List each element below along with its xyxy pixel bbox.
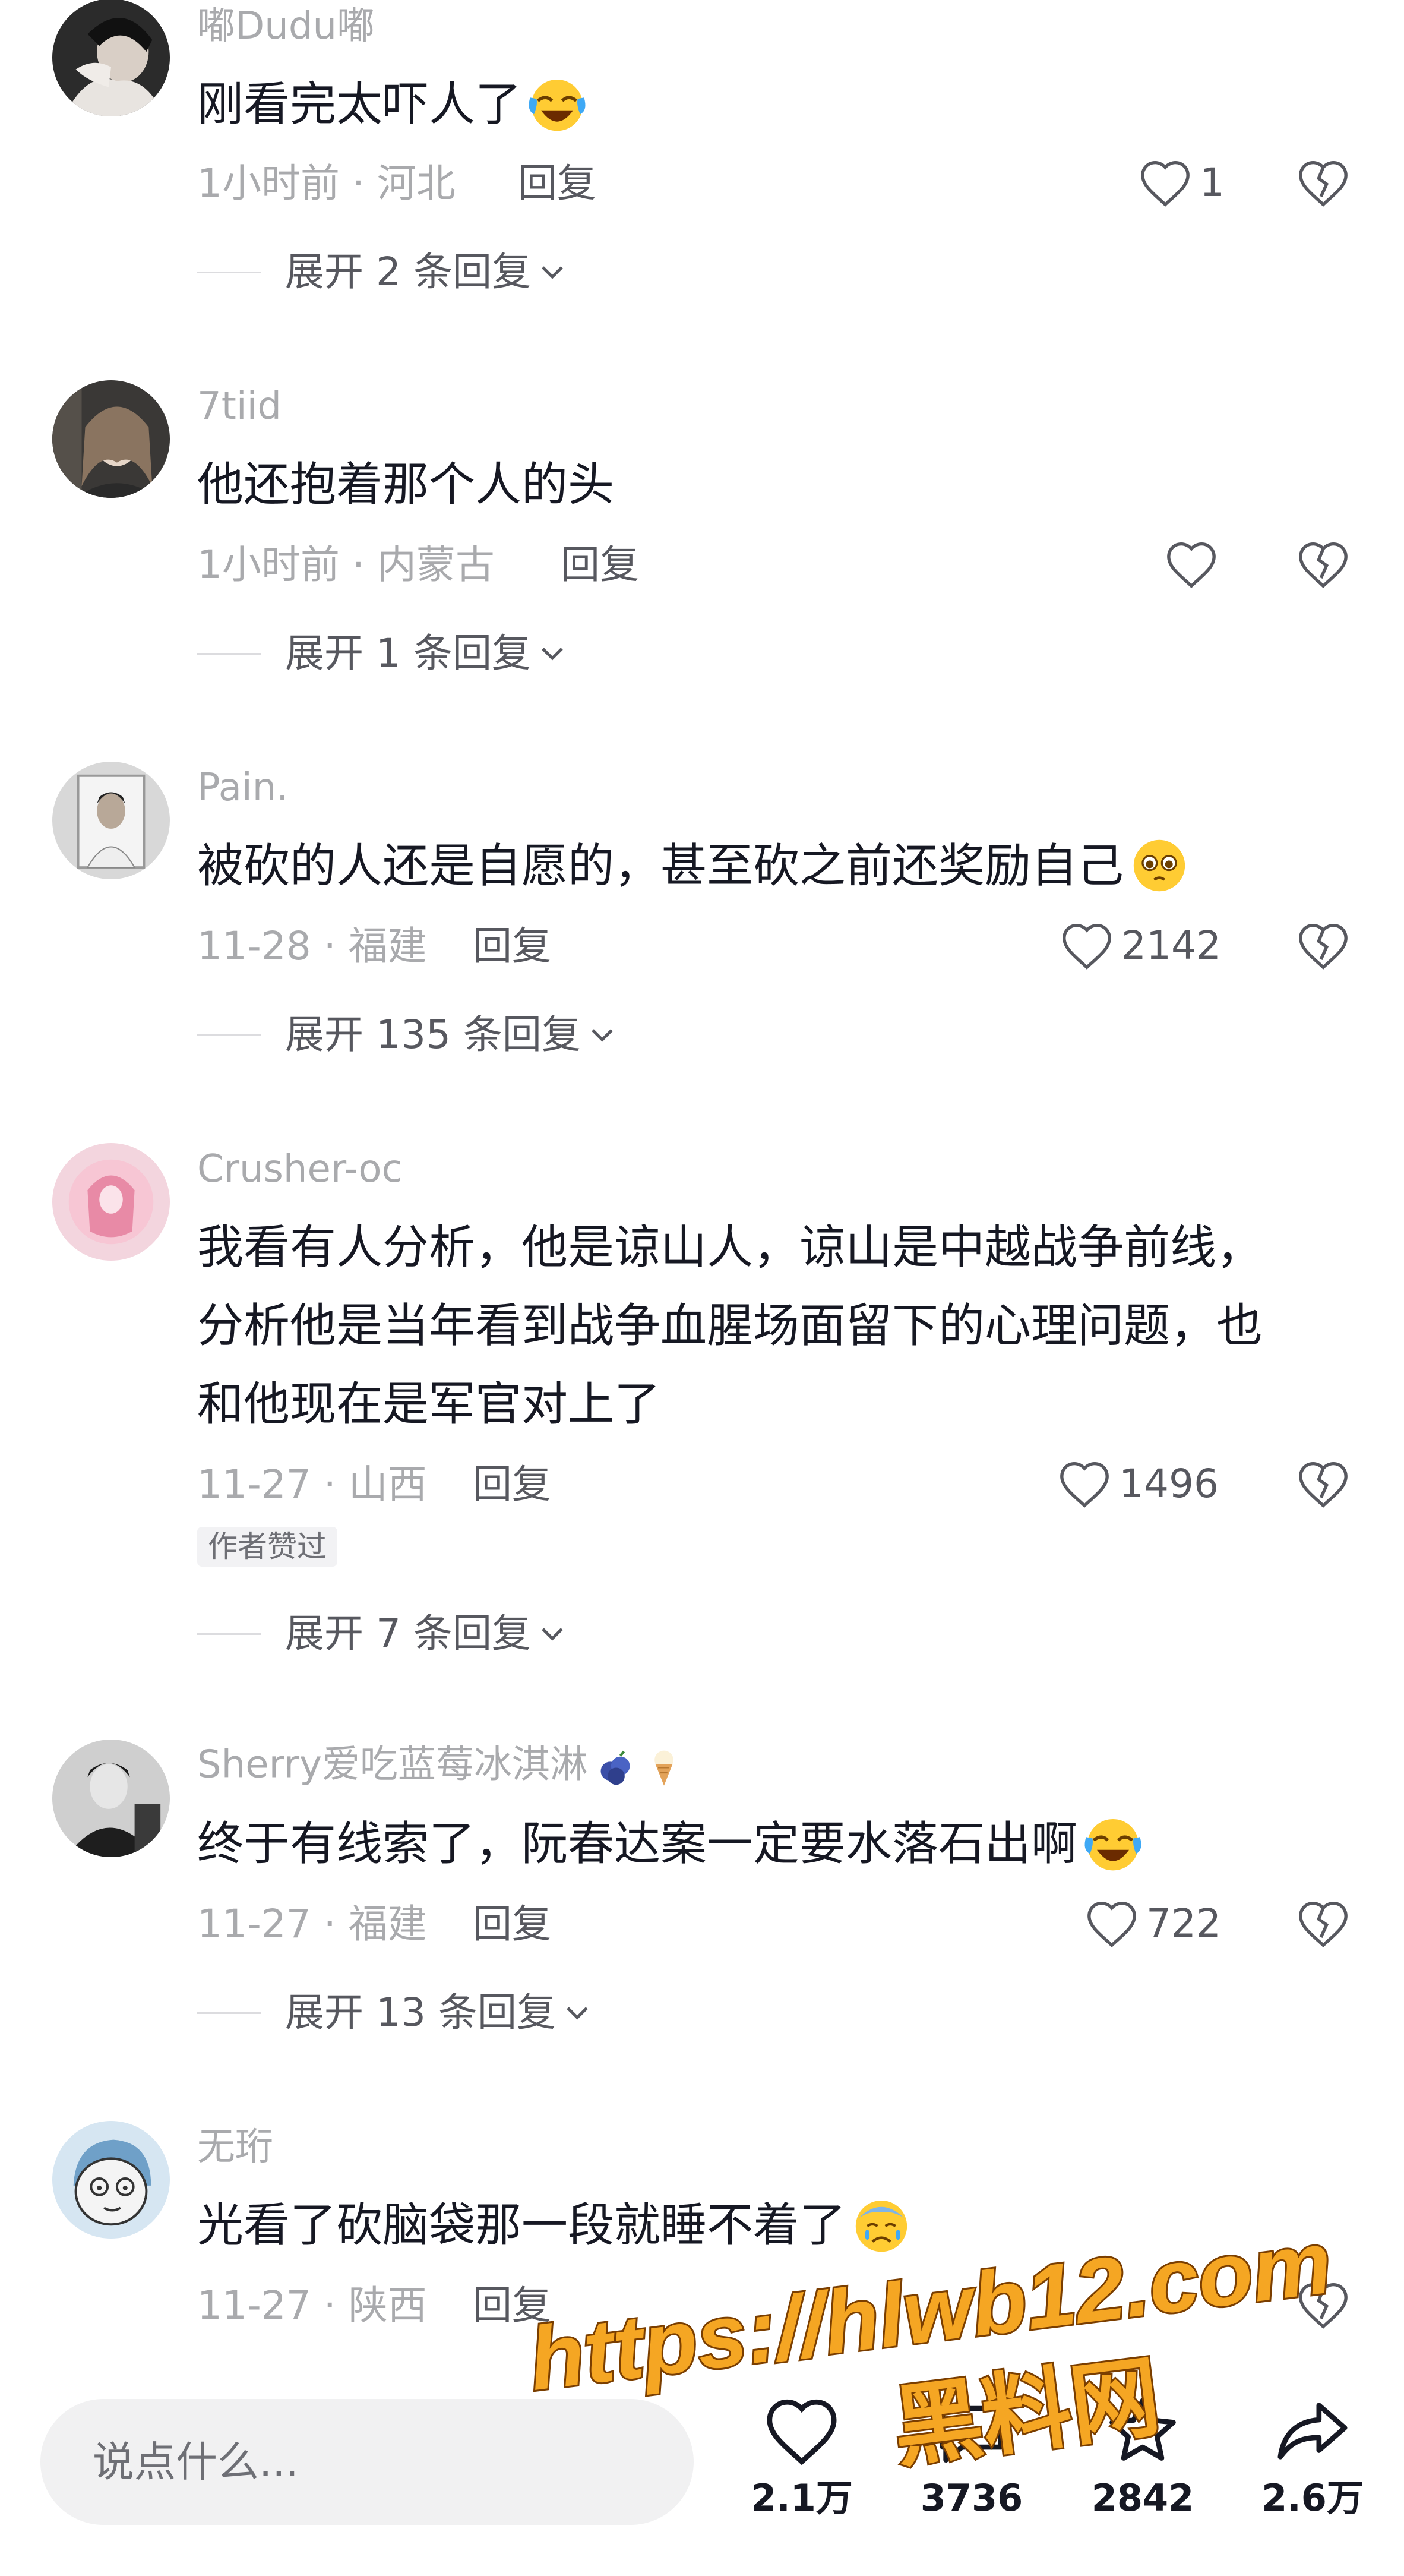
broken-heart-icon[interactable] xyxy=(1296,158,1351,208)
like-count: 1 xyxy=(1200,160,1225,206)
ice-cream-emoji xyxy=(654,1750,673,1786)
like-button[interactable]: 1 xyxy=(1138,153,1225,213)
avatar[interactable] xyxy=(52,1143,170,1261)
like-button[interactable]: 1496 xyxy=(1057,1454,1219,1514)
chevron-down-icon xyxy=(542,266,563,279)
reply-button[interactable]: 回复 xyxy=(473,927,551,966)
share-count: 2.6万 xyxy=(1261,2476,1364,2520)
blueberry-emoji xyxy=(600,1750,630,1785)
comment-text: 被砍的人还是自愿的，甚至砍之前还奖励自己 xyxy=(197,827,1191,905)
avatar[interactable] xyxy=(52,0,170,116)
heart-icon xyxy=(1087,1901,1136,1947)
avatar[interactable] xyxy=(52,2121,170,2239)
like-action[interactable]: 2.1万 xyxy=(725,2394,879,2517)
divider xyxy=(197,2012,261,2014)
chevron-down-icon xyxy=(567,2007,588,2020)
comment-input[interactable] xyxy=(91,2437,652,2487)
comment-text-line: 我看有人分析，他是谅山人，谅山是中越战争前线， xyxy=(197,1221,1263,1274)
comment-text: 光看了砍脑袋那一段就睡不着了 xyxy=(197,2186,913,2265)
username-text: Sherry爱吃蓝莓冰淇淋 xyxy=(197,1742,588,1787)
expand-replies[interactable]: 展开 135 条回复 xyxy=(197,1011,615,1059)
comment-text-body: 终于有线索了，阮春达案一定要水落石出啊 xyxy=(197,1817,1078,1871)
expand-replies[interactable]: 展开 2 条回复 xyxy=(197,248,565,296)
divider xyxy=(197,271,261,273)
username[interactable]: Sherry爱吃蓝莓冰淇淋 xyxy=(197,1745,685,1788)
heart-icon xyxy=(1167,542,1216,588)
like-button[interactable]: 2142 xyxy=(1060,916,1221,976)
comment-text: 他还抱着那个人的头 xyxy=(197,458,615,512)
like-button[interactable] xyxy=(1164,535,1219,594)
comment-text: 刚看完太吓人了 xyxy=(197,65,589,144)
divider xyxy=(197,652,261,655)
broken-heart-icon[interactable] xyxy=(1296,2280,1351,2330)
username[interactable]: 7tiid xyxy=(197,387,282,425)
avatar[interactable] xyxy=(52,380,170,498)
chevron-down-icon xyxy=(592,1029,613,1042)
reply-button[interactable]: 回复 xyxy=(473,2286,551,2325)
like-button[interactable]: 722 xyxy=(1084,1894,1221,1953)
reply-button[interactable]: 回复 xyxy=(473,1905,551,1944)
time-location: 11-27 · 山西 xyxy=(197,1461,427,1507)
expand-replies[interactable]: 展开 7 条回复 xyxy=(197,1610,565,1658)
time-location: 1小时前 · 内蒙古 xyxy=(197,542,495,588)
chevron-down-icon xyxy=(542,648,563,661)
heart-icon xyxy=(1063,923,1111,970)
username[interactable]: Pain. xyxy=(197,769,289,807)
username[interactable]: 嘟Dudu嘟 xyxy=(197,7,375,45)
username[interactable]: 无珩 xyxy=(197,2128,273,2166)
time-location: 11-27 · 福建 xyxy=(197,1901,427,1947)
expand-replies[interactable]: 展开 13 条回复 xyxy=(197,1989,590,2037)
favorite-action[interactable]: 2842 xyxy=(1065,2394,1220,2517)
comment-action[interactable]: 3736 xyxy=(894,2394,1049,2517)
comment-text-body: 光看了砍脑袋那一段就睡不着了 xyxy=(197,2199,846,2252)
reply-button[interactable]: 回复 xyxy=(561,545,639,585)
divider xyxy=(197,1034,261,1036)
chevron-down-icon xyxy=(542,1628,563,1641)
bottom-bar: 2.1万 3736 2842 2.6万 xyxy=(0,2370,1404,2576)
broken-heart-icon[interactable] xyxy=(1296,1899,1351,1949)
star-icon xyxy=(1109,2398,1176,2461)
broken-heart-icon[interactable] xyxy=(1296,539,1351,589)
comment-text-line: 分析他是当年看到战争血腥场面留下的心理问题，也 xyxy=(197,1299,1263,1353)
laughing-crying-emoji xyxy=(529,79,586,131)
expand-replies[interactable]: 展开 1 条回复 xyxy=(197,630,565,677)
pleading-face-emoji xyxy=(1133,839,1185,891)
expand-label: 展开 1 条回复 xyxy=(285,630,531,676)
username[interactable]: Crusher-oc xyxy=(197,1150,403,1188)
expand-label: 展开 7 条回复 xyxy=(285,1611,531,1656)
heart-icon xyxy=(1060,1461,1109,1508)
time-location: 11-28 · 福建 xyxy=(197,923,427,969)
share-action[interactable]: 2.6万 xyxy=(1235,2394,1390,2517)
comment-input-box[interactable] xyxy=(40,2399,694,2525)
time-location: 11-27 · 陕西 xyxy=(197,2283,427,2328)
comment-text-body: 刚看完太吓人了 xyxy=(197,78,522,131)
favorite-count: 2842 xyxy=(1091,2476,1194,2520)
expand-label: 展开 13 条回复 xyxy=(285,1990,556,2035)
reply-button[interactable]: 回复 xyxy=(473,1465,551,1504)
share-arrow-icon xyxy=(1277,2403,1348,2460)
broken-heart-icon[interactable] xyxy=(1296,921,1351,971)
time-location: 1小时前 · 河北 xyxy=(197,160,456,206)
heart-icon xyxy=(767,2399,837,2465)
laughing-crying-emoji xyxy=(1084,1819,1141,1870)
comment-count: 3736 xyxy=(920,2476,1023,2520)
expand-label: 展开 2 条回复 xyxy=(285,249,531,295)
like-count: 2.1万 xyxy=(751,2476,853,2520)
sad-sweat-emoji xyxy=(855,2200,907,2252)
comment-text-body: 被砍的人还是自愿的，甚至砍之前还奖励自己 xyxy=(197,839,1124,893)
like-count: 2142 xyxy=(1121,923,1221,968)
like-count: 1496 xyxy=(1119,1461,1219,1507)
divider xyxy=(197,1633,261,1635)
avatar[interactable] xyxy=(52,762,170,879)
broken-heart-icon[interactable] xyxy=(1296,1459,1351,1509)
author-liked-badge: 作者赞过 xyxy=(197,1527,337,1567)
heart-icon xyxy=(1141,160,1190,207)
reply-button[interactable]: 回复 xyxy=(518,164,596,203)
expand-label: 展开 135 条回复 xyxy=(285,1012,581,1057)
comment-text: 终于有线索了，阮春达案一定要水落石出啊 xyxy=(197,1805,1145,1883)
comment-icon xyxy=(940,2405,1004,2463)
comment-text-line: 和他现在是军官对上了 xyxy=(197,1378,661,1431)
avatar[interactable] xyxy=(52,1740,170,1857)
like-count: 722 xyxy=(1146,1901,1221,1946)
